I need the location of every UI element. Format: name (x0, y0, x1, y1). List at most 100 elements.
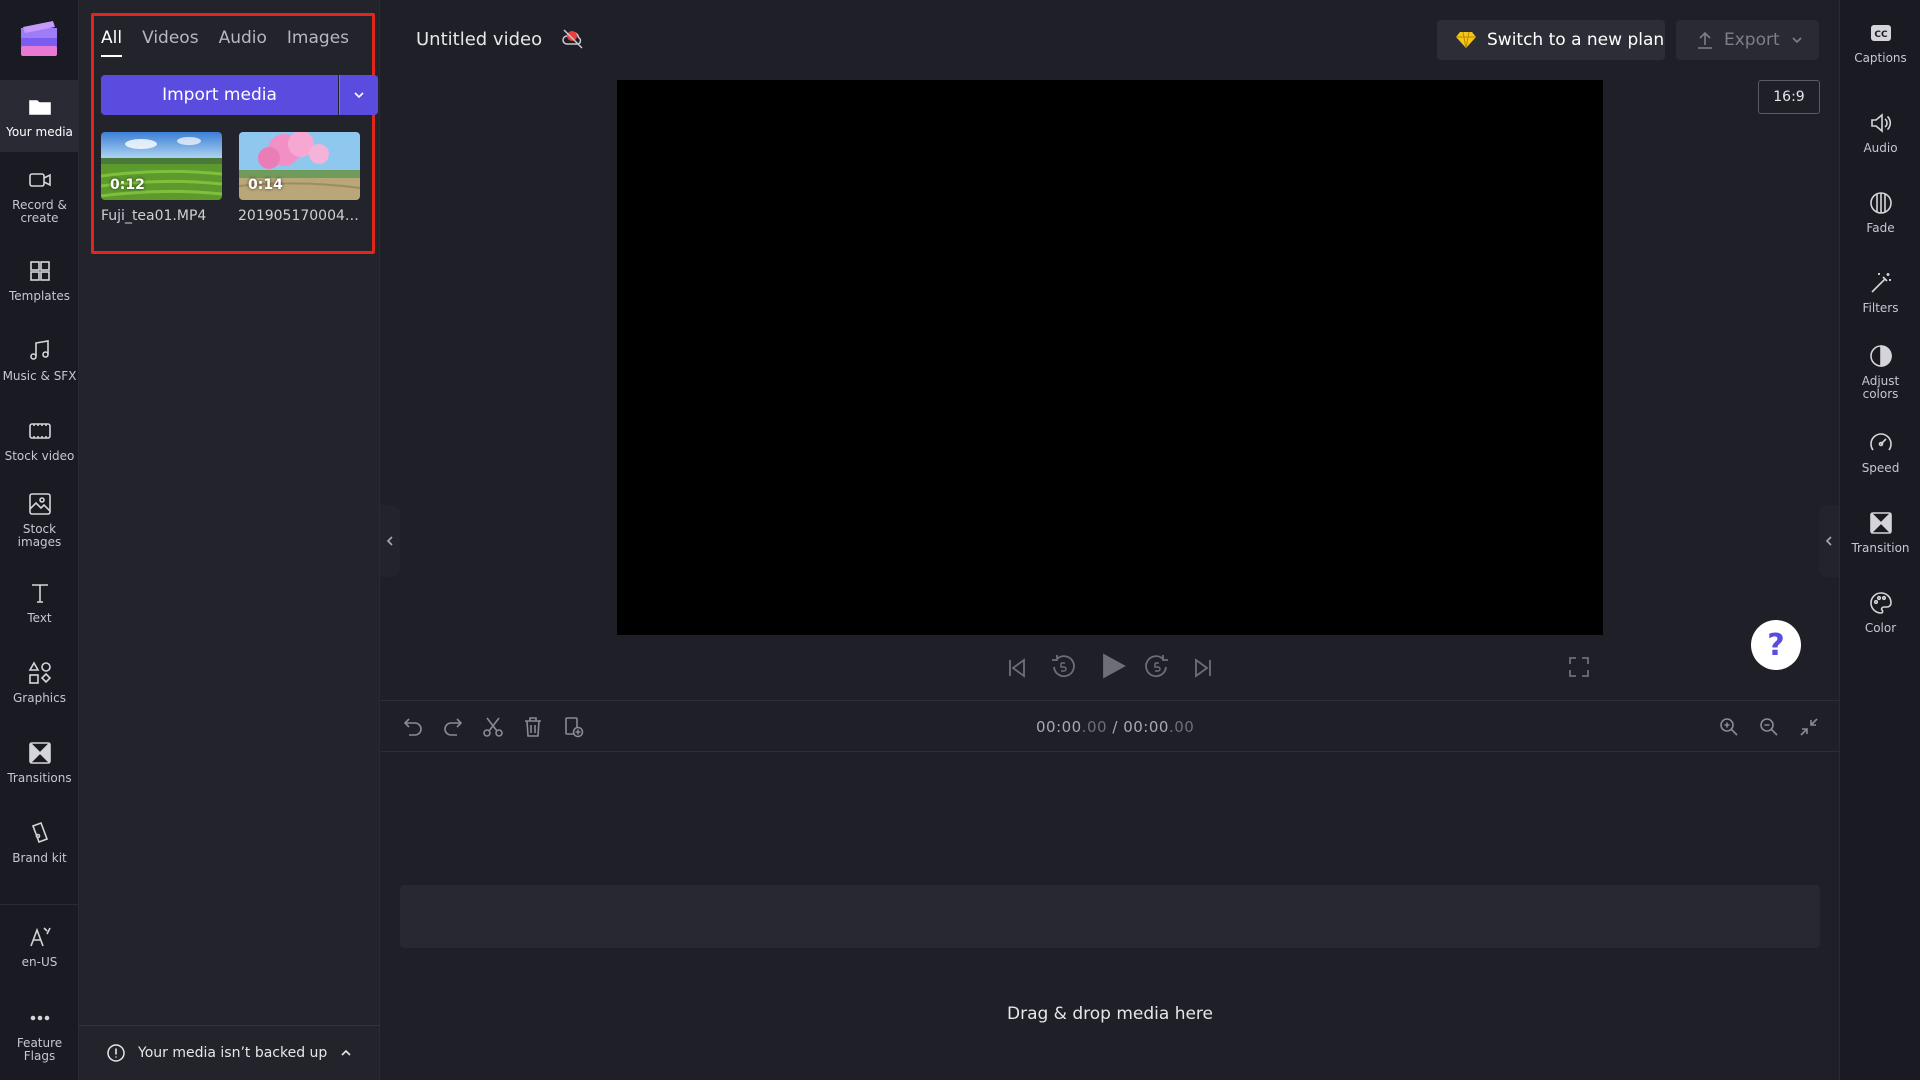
nav-label: Record & create (12, 198, 67, 225)
tab-audio[interactable]: Audio (219, 28, 267, 57)
collapse-properties-panel-button[interactable] (1819, 505, 1839, 577)
timeline-toolbar: 00:00.00 / 00:00.00 (381, 700, 1839, 752)
undo-icon (403, 718, 422, 736)
duration-badge: 0:12 (110, 177, 145, 193)
nav-language[interactable]: en-US (0, 910, 79, 982)
chevron-left-icon (1825, 536, 1832, 546)
switch-plan-button[interactable]: Switch to a new plan (1437, 20, 1665, 60)
rail-speed[interactable]: Speed (1840, 416, 1920, 488)
current-time-frac: .00 (1081, 718, 1108, 736)
cloud-sync-off-icon[interactable] (561, 27, 585, 51)
nav-feature-flags[interactable]: Feature Flags (0, 998, 79, 1070)
media-filename: Fuji_tea01.MP4 (101, 208, 207, 224)
play-icon[interactable] (1097, 651, 1127, 681)
folder-icon (28, 99, 51, 115)
rail-label: Filters (1862, 300, 1899, 315)
rail-label: Fade (1866, 220, 1895, 235)
import-media-button[interactable]: Import media (101, 75, 338, 115)
right-properties-rail: CC Captions Audio Fade Filters Adjust co… (1839, 0, 1920, 1080)
nav-stock-video[interactable]: Stock video (0, 404, 79, 476)
media-thumbnail[interactable]: 0:12 (101, 132, 222, 200)
speedometer-icon (1869, 432, 1892, 450)
timecode-display: 00:00.00 / 00:00.00 (1036, 718, 1194, 736)
image-icon (28, 493, 51, 515)
video-title[interactable]: Untitled video (416, 29, 542, 50)
rail-fade[interactable]: Fade (1840, 176, 1920, 248)
split-button[interactable] (481, 715, 505, 739)
left-nav-rail: Your media Record & create Templates Mus… (0, 0, 79, 1080)
nav-graphics[interactable]: Graphics (0, 646, 79, 718)
tab-images[interactable]: Images (287, 28, 349, 57)
skip-forward-icon[interactable] (1190, 655, 1216, 681)
media-thumbnail[interactable]: 0:14 (239, 132, 360, 200)
nav-label: Templates (8, 288, 70, 303)
media-filename: 20190517000409... (238, 208, 362, 224)
nav-label: Feature Flags (16, 1036, 63, 1063)
trash-icon (525, 717, 541, 737)
timeline-track[interactable] (400, 885, 1820, 948)
captions-icon: CC (1870, 24, 1891, 41)
rail-transition[interactable]: Transition (1840, 496, 1920, 568)
tab-videos[interactable]: Videos (142, 28, 199, 57)
nav-label: Transitions (7, 770, 72, 785)
rail-color[interactable]: Color (1840, 576, 1920, 648)
scissors-icon (483, 717, 503, 737)
nav-stock-images[interactable]: Stock images (0, 484, 79, 556)
nav-brand-kit[interactable]: Brand kit (0, 806, 79, 878)
chevron-left-icon (386, 536, 393, 546)
import-options-button[interactable] (339, 75, 378, 115)
transition-icon (28, 741, 51, 764)
fullscreen-icon[interactable] (1568, 656, 1590, 678)
media-tabs: All Videos Audio Images (101, 28, 349, 57)
rail-audio[interactable]: Audio (1840, 96, 1920, 168)
zoom-out-button[interactable] (1757, 715, 1781, 739)
svg-text:CC: CC (1874, 30, 1888, 40)
nav-record-create[interactable]: Record & create (0, 160, 79, 232)
rail-filters[interactable]: Filters (1840, 256, 1920, 328)
app-logo-icon[interactable] (18, 18, 60, 60)
total-time: 00:00 (1123, 718, 1169, 736)
redo-button[interactable] (441, 715, 465, 739)
nav-music-sfx[interactable]: Music & SFX (0, 324, 79, 396)
video-preview[interactable] (617, 80, 1603, 635)
nav-templates[interactable]: Templates (0, 244, 79, 316)
rewind-5-icon[interactable] (1049, 653, 1077, 681)
nav-transitions[interactable]: Transitions (0, 726, 79, 798)
forward-5-icon[interactable] (1143, 653, 1171, 681)
help-button[interactable]: ? (1751, 620, 1801, 670)
nav-your-media[interactable]: Your media (0, 80, 79, 152)
film-icon (28, 422, 51, 439)
aspect-ratio-button[interactable]: 16:9 (1758, 80, 1820, 114)
upload-icon (1698, 31, 1712, 49)
add-media-button[interactable] (561, 715, 585, 739)
nav-label: Your media (6, 124, 73, 139)
backup-status-text: Your media isn’t backed up (138, 1045, 328, 1061)
fit-timeline-button[interactable] (1797, 715, 1821, 739)
tab-all[interactable]: All (101, 28, 123, 57)
diamond-icon (1456, 31, 1476, 49)
skip-back-icon[interactable] (1004, 655, 1030, 681)
delete-button[interactable] (521, 715, 545, 739)
nav-text[interactable]: Text (0, 566, 79, 638)
undo-button[interactable] (401, 715, 425, 739)
nav-label: Stock images (17, 522, 62, 549)
zoom-in-button[interactable] (1717, 715, 1741, 739)
backup-status-bar[interactable]: Your media isn’t backed up (79, 1025, 380, 1080)
collapse-arrows-icon (1800, 718, 1818, 736)
zoom-in-icon (1720, 718, 1738, 736)
contrast-icon (1869, 345, 1892, 367)
total-time-frac: .00 (1168, 718, 1195, 736)
collapse-media-panel-button[interactable] (380, 505, 400, 577)
rail-captions[interactable]: CC Captions (1840, 6, 1920, 78)
export-button[interactable]: Export (1676, 20, 1819, 60)
nav-label: Brand kit (12, 850, 67, 865)
redo-icon (444, 718, 463, 736)
templates-icon (29, 260, 50, 281)
drop-media-hint: Drag & drop media here (1006, 1004, 1214, 1024)
text-icon (31, 583, 48, 603)
rail-adjust-colors[interactable]: Adjust colors (1840, 336, 1920, 408)
rail-label: Adjust colors (1861, 374, 1900, 401)
chevron-up-icon (341, 1049, 351, 1056)
zoom-out-icon (1760, 718, 1778, 736)
shapes-icon (28, 660, 51, 684)
